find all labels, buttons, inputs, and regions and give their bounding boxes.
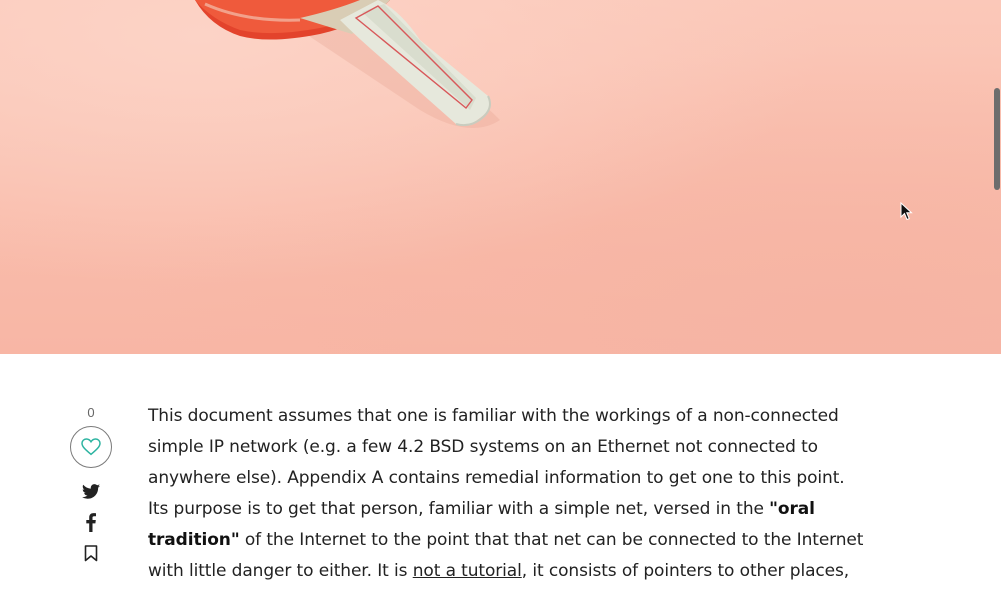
bookmark-icon[interactable] — [84, 545, 98, 562]
like-button[interactable] — [70, 426, 112, 468]
paragraph-text: This document assumes that one is famili… — [148, 406, 845, 519]
paddle-illustration — [195, 0, 500, 128]
mouse-cursor-icon — [900, 202, 913, 221]
like-count: 0 — [87, 405, 95, 420]
twitter-icon[interactable] — [82, 484, 100, 499]
social-sidebar: 0 — [70, 404, 112, 562]
article-page: 0 This document assumes that one is fami… — [0, 0, 1001, 592]
article-body: This document assumes that one is famili… — [148, 401, 868, 592]
article-paragraph: This document assumes that one is famili… — [148, 401, 868, 592]
heart-icon — [81, 438, 101, 456]
hero-image — [0, 0, 1001, 354]
facebook-icon[interactable] — [86, 513, 96, 532]
not-a-tutorial-link[interactable]: not a tutorial — [413, 561, 522, 581]
scrollbar-thumb[interactable] — [994, 88, 1000, 190]
